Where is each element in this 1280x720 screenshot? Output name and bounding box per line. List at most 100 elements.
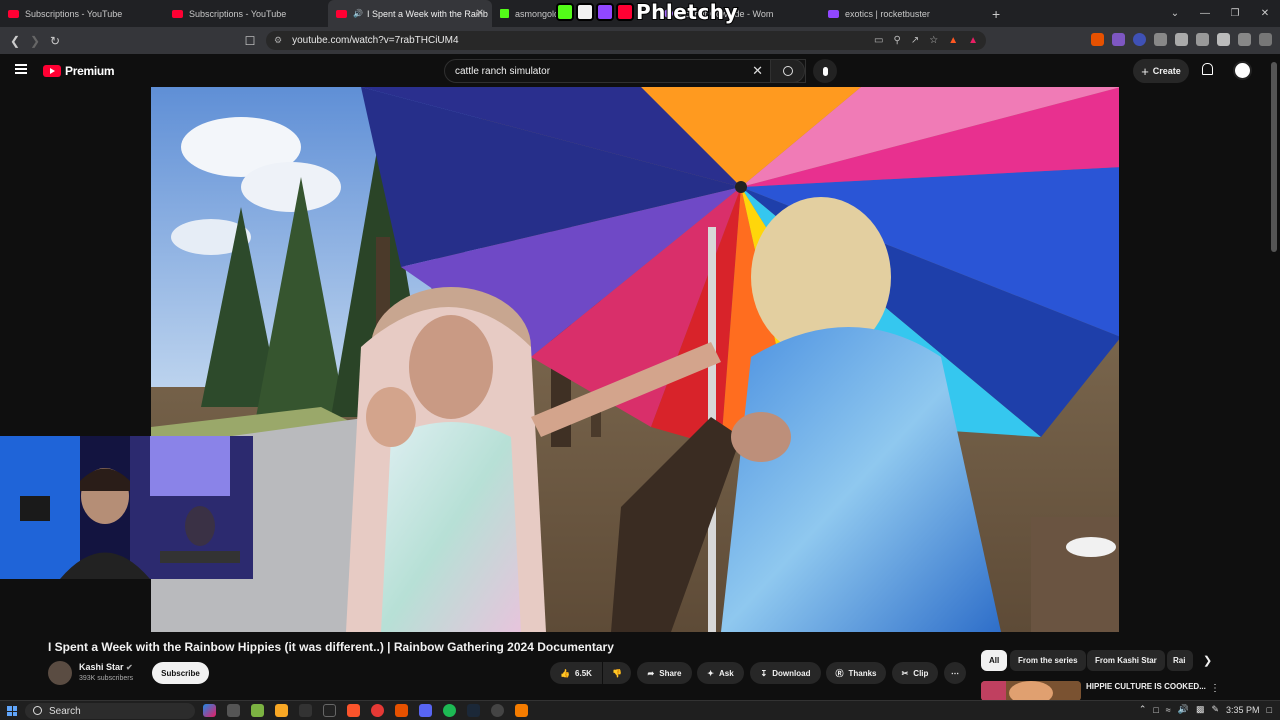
chip-from-the-series[interactable]: From the series [1010, 650, 1086, 671]
thanks-button[interactable]: Ⓡ Thanks [826, 662, 886, 684]
hamburger-menu-icon[interactable] [15, 64, 27, 74]
cast-icon[interactable]: ▭ [874, 35, 883, 46]
brave-browser-icon[interactable] [347, 704, 360, 717]
bookmark-star-icon[interactable]: ☆ [929, 35, 938, 46]
thanks-label: Thanks [848, 668, 877, 678]
display-icon[interactable]: ▩ [1196, 704, 1205, 715]
wifi-icon[interactable]: ≈ [1166, 705, 1171, 715]
brave-shield-icon[interactable]: ▲ [948, 35, 958, 46]
chip-from-kashi-star[interactable]: From Kashi Star [1087, 650, 1165, 671]
extension-icon[interactable] [1112, 33, 1125, 46]
extension-icon[interactable] [1091, 33, 1104, 46]
more-actions-button[interactable]: ⋯ [944, 662, 966, 684]
spotify-icon[interactable] [443, 704, 456, 717]
file-explorer-icon[interactable] [275, 704, 288, 717]
menu-icon[interactable] [1259, 33, 1272, 46]
share-button[interactable]: ➦ Share [637, 662, 692, 684]
clip-button[interactable]: ✂ Clip [892, 662, 938, 684]
bookmark-icon[interactable]: ☐ [240, 34, 260, 48]
url-bar[interactable]: ⚙ youtube.com/watch?v=7rabTHCiUM4 ▭ ⚲ ↗ … [266, 31, 986, 50]
clear-search-icon[interactable]: ✕ [752, 63, 763, 79]
puzzle-icon[interactable] [1154, 33, 1167, 46]
download-button[interactable]: ↧ Download [750, 662, 821, 684]
youtube-header: Premium cattle ranch simulator ✕ + Creat… [0, 54, 1280, 87]
notifications-icon[interactable]: □ [1267, 705, 1272, 715]
create-button[interactable]: + Create [1133, 59, 1189, 83]
restore-icon[interactable]: ❐ [1220, 8, 1250, 19]
discord-icon[interactable] [419, 704, 432, 717]
minimize-icon[interactable]: — [1190, 8, 1220, 19]
clip-label: Clip [913, 668, 929, 678]
site-info-icon[interactable]: ⚙ [274, 35, 282, 46]
clock-time[interactable]: 3:35 PM [1226, 705, 1260, 715]
ai-icon[interactable] [1217, 33, 1230, 46]
sparkle-icon: ✦ [707, 668, 714, 678]
app-icon[interactable] [227, 704, 240, 717]
steam-icon[interactable] [467, 704, 480, 717]
new-tab-icon[interactable]: + [992, 6, 1000, 22]
taskbar-search[interactable]: Search [25, 703, 195, 719]
volume-icon[interactable]: 🔊 [1178, 704, 1189, 715]
app-icon[interactable] [491, 704, 504, 717]
brave-rewards-icon[interactable]: ▲ [968, 35, 978, 46]
youtube-icon [8, 9, 19, 18]
vlc-icon[interactable] [515, 704, 528, 717]
chip-all[interactable]: All [981, 650, 1008, 671]
browser-tab[interactable]: Subscriptions - YouTube [164, 0, 328, 27]
recommended-title[interactable]: HIPPIE CULTURE IS COOKED... [1086, 682, 1206, 691]
account-avatar[interactable] [1233, 61, 1252, 80]
channel-avatar[interactable] [48, 661, 72, 685]
tab-title: I Spent a Week with the Rainb [366, 8, 488, 19]
back-icon[interactable]: ❮ [5, 34, 25, 48]
chip-rainbow[interactable]: Rai [1167, 650, 1193, 671]
network-icon[interactable]: □ [1153, 705, 1158, 715]
pen-icon[interactable]: ✎ [1211, 704, 1219, 715]
speaker-icon[interactable]: 🔊 [353, 9, 363, 18]
channel-name[interactable]: Kashi Star ✔ [79, 662, 133, 672]
windows-start-icon[interactable] [7, 706, 17, 716]
close-tab-icon[interactable]: ✕ [476, 8, 484, 19]
subscribe-button[interactable]: Subscribe [152, 662, 209, 684]
video-player[interactable] [151, 87, 1119, 632]
app-icon[interactable] [251, 704, 264, 717]
ask-button[interactable]: ✦ Ask [697, 662, 744, 684]
search-button[interactable] [770, 59, 805, 83]
search-input[interactable]: cattle ranch simulator ✕ [444, 59, 806, 83]
app-icon[interactable] [299, 704, 312, 717]
obs-icon[interactable] [395, 704, 408, 717]
video-frame [151, 87, 1119, 632]
page-scrollbar[interactable] [1271, 62, 1277, 252]
app-icon[interactable] [371, 704, 384, 717]
browser-tab[interactable]: exotics | rocketbuster [820, 0, 984, 27]
channel-name-text: Kashi Star [79, 662, 124, 672]
shield-icon[interactable] [1238, 33, 1251, 46]
tab-title: exotics | rocketbuster [845, 8, 930, 19]
verified-icon: ✔ [126, 663, 133, 672]
dislike-button[interactable]: 👎 [603, 662, 631, 684]
twitch-logo-icon [596, 3, 614, 21]
taskbar-apps [203, 704, 528, 717]
share-page-icon[interactable]: ↗ [911, 35, 919, 46]
extension-icon[interactable] [1133, 33, 1146, 46]
more-vert-icon[interactable]: ⋮ [1210, 683, 1220, 694]
chevron-down-icon[interactable]: ⌄ [1160, 8, 1190, 19]
recommended-thumbnail[interactable] [981, 681, 1081, 701]
app-icon[interactable] [323, 704, 336, 717]
sidebar-icon[interactable] [1196, 33, 1209, 46]
browser-tab-active[interactable]: 🔊 I Spent a Week with the Rainb ✕ [328, 0, 492, 27]
copilot-icon[interactable] [203, 704, 216, 717]
kick-logo-icon [556, 3, 574, 21]
reload-icon[interactable]: ↻ [45, 34, 65, 48]
like-button[interactable]: 👍 6.5K [550, 662, 602, 684]
youtube-logo[interactable]: Premium [43, 64, 115, 78]
voice-search-button[interactable] [813, 59, 837, 83]
music-icon[interactable] [1175, 33, 1188, 46]
download-icon: ↧ [760, 668, 768, 678]
notifications-bell-icon[interactable] [1201, 63, 1213, 76]
zoom-icon[interactable]: ⚲ [894, 35, 901, 46]
chevron-right-icon[interactable]: ❯ [1203, 654, 1212, 667]
browser-tab[interactable]: Subscriptions - YouTube [0, 0, 164, 27]
chevron-up-icon[interactable]: ⌃ [1139, 704, 1147, 715]
close-window-icon[interactable]: ✕ [1250, 8, 1280, 19]
forward-icon[interactable]: ❯ [25, 34, 45, 48]
